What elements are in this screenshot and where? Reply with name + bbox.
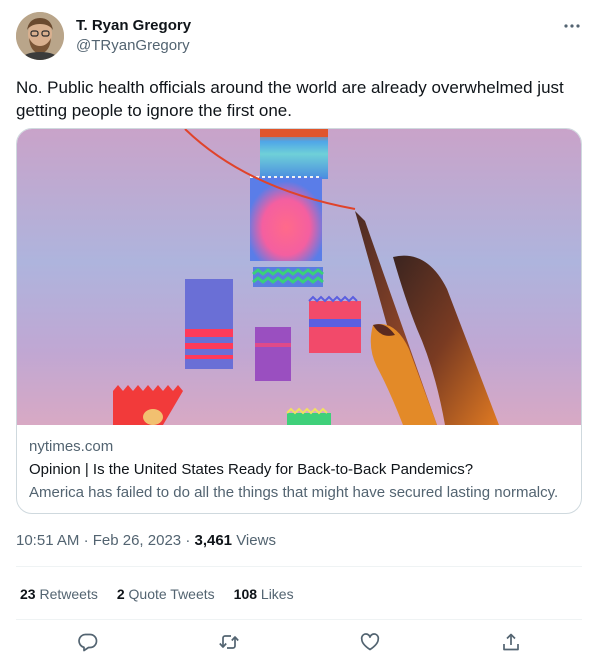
divider <box>16 619 582 620</box>
avatar[interactable] <box>16 12 64 60</box>
quotes-stat[interactable]: 2 Quote Tweets <box>117 584 215 604</box>
author-handle[interactable]: @TRyanGregory <box>76 36 191 56</box>
link-card[interactable]: nytimes.com Opinion | Is the United Stat… <box>16 128 582 514</box>
views-count: 3,461 <box>194 532 233 549</box>
divider <box>16 566 582 567</box>
author-names: T. Ryan Gregory @TRyanGregory <box>76 16 191 56</box>
retweets-label: Retweets <box>39 586 98 602</box>
views-label: Views <box>236 532 276 549</box>
meta-separator: · <box>185 532 191 549</box>
tweet-meta: 10:51 AM · Feb 26, 2023 · 3,461 Views <box>16 531 276 551</box>
retweets-count: 23 <box>20 586 36 602</box>
author-display-name[interactable]: T. Ryan Gregory <box>76 16 191 36</box>
quotes-count: 2 <box>116 586 125 602</box>
like-icon[interactable] <box>359 631 381 653</box>
tweet-date[interactable]: Feb 26, 2023 <box>93 532 181 549</box>
likes-label: Likes <box>260 586 294 602</box>
card-image <box>17 129 581 425</box>
tweet-time[interactable]: 10:51 AM <box>16 532 79 549</box>
likes-count: 108 <box>233 586 258 602</box>
engagement-stats: 23 Retweets 2 Quote Tweets 108 Likes <box>20 584 294 604</box>
share-icon[interactable] <box>500 631 522 653</box>
tweet-text: No. Public health officials around the w… <box>16 78 564 120</box>
meta-separator: · <box>83 532 89 549</box>
retweet-icon[interactable] <box>218 631 240 653</box>
reply-icon[interactable] <box>77 631 99 653</box>
likes-stat[interactable]: 108 Likes <box>234 584 294 604</box>
card-title[interactable]: Opinion | Is the United States Ready for… <box>29 460 569 480</box>
card-domain: nytimes.com <box>29 438 114 455</box>
more-icon[interactable] <box>562 16 582 36</box>
tweet-header: T. Ryan Gregory @TRyanGregory <box>16 12 582 62</box>
quotes-label: Quote Tweets <box>128 586 215 602</box>
card-body: nytimes.com Opinion | Is the United Stat… <box>29 437 569 503</box>
action-bar <box>0 627 598 657</box>
retweets-stat[interactable]: 23 Retweets <box>20 584 98 604</box>
card-description: America has failed to do all the things … <box>29 484 559 501</box>
